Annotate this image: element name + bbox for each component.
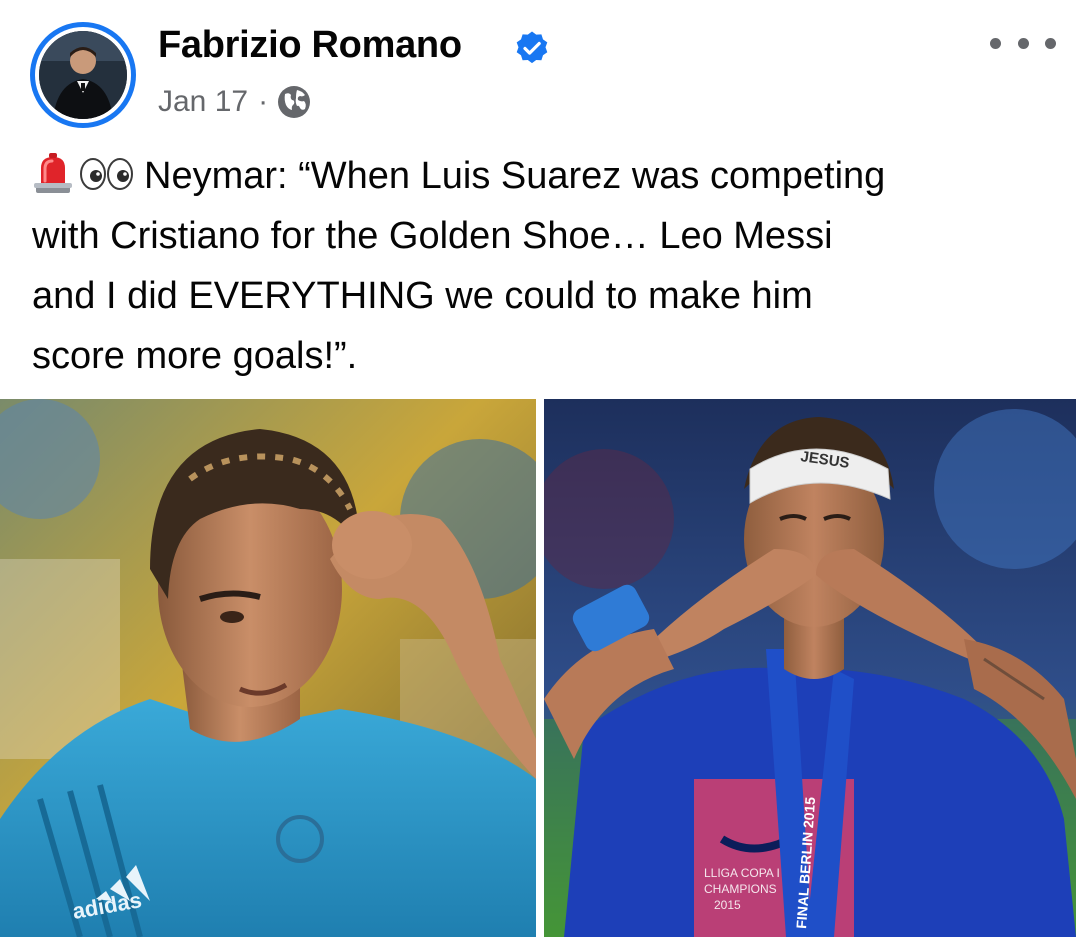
more-dot [1017, 37, 1029, 49]
shirt-text-line: 2015 [714, 898, 741, 912]
post-text-line: score more goals!”. [32, 335, 358, 377]
facebook-post: Fabrizio Romano Jan 17 · Neymar: “When L… [0, 0, 1076, 937]
verified-badge-icon [516, 31, 548, 64]
more-options-icon[interactable] [990, 30, 1056, 56]
meta-separator: · [258, 85, 269, 118]
siren-emoji-icon [34, 153, 72, 193]
avatar-border [35, 27, 131, 123]
post-date[interactable]: Jan 17 [158, 85, 248, 119]
post-text-line: and I did EVERYTHING we could to make hi… [32, 275, 813, 317]
post-text-line: with Cristiano for the Golden Shoe… Leo … [32, 215, 833, 257]
post-text-line: Neymar: “When Luis Suarez was competing [144, 155, 886, 197]
avatar-photo [39, 31, 127, 119]
post-photo-right[interactable]: LLIGA COPA I CHAMPIONS 2015 FINAL BERLIN… [544, 399, 1076, 937]
more-dot [990, 37, 1001, 49]
globe-icon[interactable] [276, 84, 312, 120]
more-dot [1045, 37, 1056, 49]
post-text: Neymar: “When Luis Suarez was competing … [32, 146, 1052, 386]
author-avatar-story-ring[interactable] [30, 22, 136, 128]
eyes-emoji-icon [80, 158, 133, 190]
post-meta: Jan 17 · [158, 82, 312, 122]
player-in-light-blue-kit-photo: adidas [0, 399, 536, 937]
shirt-text-line: LLIGA COPA I [704, 866, 780, 880]
author-name[interactable]: Fabrizio Romano [158, 24, 462, 67]
post-photo-left[interactable]: adidas [0, 399, 536, 937]
shirt-text-line: CHAMPIONS [704, 882, 777, 896]
player-blowing-kiss-with-medal-photo: LLIGA COPA I CHAMPIONS 2015 FINAL BERLIN… [544, 399, 1076, 937]
avatar [39, 31, 127, 119]
